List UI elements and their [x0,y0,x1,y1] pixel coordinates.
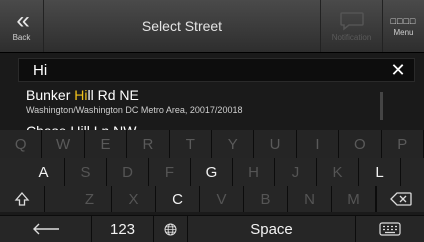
key-b[interactable]: B [244,186,288,212]
keyboard-row-2: ASDFGHJKL [0,158,424,186]
clear-search-button[interactable]: ✕ [388,60,408,80]
result-name-match: Hi [74,87,88,103]
notifications-label: Notification [331,32,372,42]
key-m[interactable]: M [332,186,376,212]
key-d[interactable]: D [107,158,149,186]
backspace-key[interactable] [376,186,424,212]
keyboard-row-4: 123 Space [0,215,424,242]
left-arrow-key[interactable] [0,216,92,242]
backspace-icon [389,192,412,206]
key-l[interactable]: L [359,158,401,186]
key-y[interactable]: Y [212,130,255,158]
space-key[interactable]: Space [188,216,356,242]
key-f[interactable]: F [149,158,191,186]
close-icon: ✕ [390,60,406,80]
key-p[interactable]: P [382,130,424,158]
page-title: Select Street [141,18,223,34]
shift-arrow-icon [14,192,30,206]
result-name: Chase Hill Ln NW [26,122,386,130]
key-w[interactable]: W [42,130,85,158]
key-k[interactable]: K [317,158,359,186]
key-v[interactable]: V [200,186,244,212]
key-c[interactable]: C [156,186,200,212]
results-list: Bunker Hill Rd NE Washington/Washington … [18,86,415,130]
key-h[interactable]: H [233,158,275,186]
key-q[interactable]: Q [0,130,43,158]
key-o[interactable]: O [339,130,382,158]
menu-button[interactable]: □□□□ Menu [382,0,424,52]
numbers-key[interactable]: 123 [92,216,154,242]
key-j[interactable]: J [275,158,317,186]
key-r[interactable]: R [127,130,170,158]
result-address: Washington/Washington DC Metro Area, 200… [26,105,243,115]
keyboard-row-3: ZXCVBNM [0,186,424,212]
result-item[interactable]: Bunker Hill Rd NE Washington/Washington … [26,86,386,116]
keyboard-icon [379,222,401,236]
key-u[interactable]: U [254,130,297,158]
key-x[interactable]: X [112,186,156,212]
menu-grid-icon: □□□□ [390,15,417,26]
menu-label: Menu [393,27,414,37]
street-search-input[interactable] [33,59,373,81]
key-z[interactable]: Z [68,186,112,212]
key-e[interactable]: E [85,130,128,158]
key-g[interactable]: G [191,158,233,186]
result-name: Bunker Hill Rd NE [26,86,386,104]
result-name-suffix: ll Rd NE [87,87,139,103]
back-label: Back [12,32,31,42]
results-scrollbar[interactable] [380,92,383,120]
result-name-prefix: Bunker [26,87,75,103]
arrow-left-icon [32,223,59,235]
search-bar: ✕ [18,58,415,82]
key-a[interactable]: A [23,158,65,186]
language-key[interactable] [154,216,188,242]
back-button[interactable]: « Back [0,0,44,52]
key-n[interactable]: N [288,186,332,212]
globe-icon [164,223,177,235]
speech-bubble-icon [339,11,364,31]
key-s[interactable]: S [65,158,107,186]
result-item[interactable]: Chase Hill Ln NW [26,122,386,130]
keyboard-toggle-key[interactable] [356,216,424,242]
keyboard-row-1: QWERTYUIOP [0,130,424,158]
key-i[interactable]: I [297,130,340,158]
double-chevron-left-icon: « [16,6,29,34]
notifications-button[interactable]: Notification [320,0,382,52]
header-bar: « Back Select Street Notification □□□□ M… [0,0,424,53]
key-t[interactable]: T [170,130,212,158]
shift-key[interactable] [0,186,45,212]
